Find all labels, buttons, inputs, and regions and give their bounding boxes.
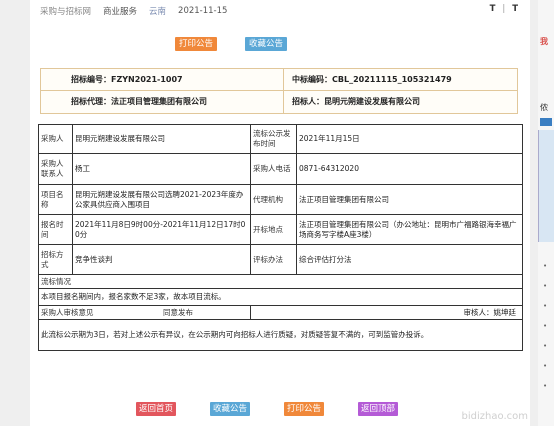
eval-value: 综合评估打分法 [296,244,523,275]
bid-number: 招标编号：FZYN2021-1007 [41,69,284,90]
failed-date-label: 流标公示发布时间 [250,124,297,154]
breadcrumb-section[interactable]: 商业服务 [103,5,137,17]
bid-place-value: 法正项目管理集团有限公司（办公地址：昆明市广福路银海幸福广场商务写字楼A座3楼） [296,214,523,245]
side-bullet-icon: • [543,302,548,310]
breadcrumb-region[interactable]: 云南 [149,5,166,17]
tenderee: 招标人：昆明元朔建设发展有限公司 [292,97,420,106]
signup-label: 报名时间 [38,214,73,245]
side-bullet-icon: • [543,382,548,390]
review-value: 同意发布 [163,307,193,317]
phone-label: 采购人电话 [250,153,297,185]
purchaser-value: 昆明元朔建设发展有限公司 [72,124,251,154]
review-row: 采购人审核意见 同意发布 [38,305,251,320]
side-bullet-icon: • [543,362,548,370]
print-notice-button[interactable]: 打印公告 [175,37,218,51]
collect-notice-bottom-button[interactable]: 收藏公告 [210,402,251,416]
project-label: 项目名称 [38,184,73,215]
failure-text: 本项目报名期间内，报名家数不足3家，故本项目流标。 [38,288,523,306]
print-notice-bottom-button[interactable]: 打印公告 [284,402,325,416]
agency-label: 代理机构 [250,184,297,215]
side-bullet-icon: • [543,282,548,290]
table-row: 项目名称 昆明元朔建设发展有限公司选聘2021-2023年度办公家具供应商入围项… [38,184,523,215]
bid-place-label: 开标地点 [250,214,297,245]
side-text-1: 我 [540,37,548,46]
side-ad-card[interactable] [538,130,554,242]
bid-agent: 招标代理：法正项目管理集团有限公司 [41,91,284,113]
bid-info-box: 招标编号：FZYN2021-1007 中标编码：CBL_20211115_105… [40,68,518,114]
table-row: 报名时间 2021年11月8日9时00分-2021年11月12日17时00分 开… [38,214,523,245]
signup-value: 2021年11月8日9时00分-2021年11月12日17时00分 [72,214,251,245]
reviewer: 审核人：姚坤廷 [463,307,517,317]
side-ad-icon[interactable] [540,118,552,126]
collect-notice-button[interactable]: 收藏公告 [245,37,288,51]
purchaser-label: 采购人 [38,124,73,154]
table-row: 流标情况 [38,274,523,289]
method-label: 招标方式 [38,244,73,275]
back-home-button[interactable]: 返回首页 [136,402,177,416]
back-to-top-button[interactable]: 返回顶部 [358,402,399,416]
project-value: 昆明元朔建设发展有限公司选聘2021-2023年度办公家具供应商入围项目 [72,184,251,215]
watermark: bidizhao.com [461,411,528,422]
table-row: 本项目报名期间内，报名家数不足3家，故本项目流标。 [38,288,523,306]
side-bullet-icon: • [543,322,548,330]
side-bullet-icon: • [543,342,548,350]
publish-date: 2021-11-15 [178,6,228,16]
contact-value: 杨工 [72,153,251,185]
breadcrumb-site[interactable]: 采购与招标网 [40,5,91,17]
eval-label: 评标办法 [250,244,297,275]
text-size-small-button[interactable]: T [512,4,518,14]
table-row: 采购人审核意见 同意发布 审核人：姚坤廷 [38,305,523,320]
notice-text: 此流标公示期为3日，若对上述公示有异议，在公示期内可向招标人进行质疑，对质疑答复… [38,319,523,351]
table-row: 采购人 昆明元朔建设发展有限公司 流标公示发布时间 2021年11月15日 [38,124,523,154]
side-ad-strip: 我 侬 • • • • • • • [538,0,554,426]
bottom-actions: 返回首页 收藏公告 打印公告 返回顶部 [136,402,399,416]
side-text-2: 侬 [540,103,548,112]
text-size-controls: T | T [489,4,518,14]
contact-label: 采购人联系人 [38,153,73,185]
agency-value: 法正项目管理集团有限公司 [296,184,523,215]
notice-detail-table: 采购人 昆明元朔建设发展有限公司 流标公示发布时间 2021年11月15日 采购… [38,124,523,351]
table-row: 招标方式 竞争性谈判 评标办法 综合评估打分法 [38,244,523,275]
award-number: 中标编码：CBL_20211115_105321479 [292,75,452,84]
table-row: 此流标公示期为3日，若对上述公示有异议，在公示期内可向招标人进行质疑，对质疑答复… [38,319,523,351]
side-bullet-icon: • [543,262,548,270]
text-size-large-button[interactable]: T [490,4,496,14]
phone-value: 0871-64312020 [296,153,523,185]
notice-page: 采购与招标网 商业服务 云南 2021-11-15 T | T 打印公告 收藏公… [30,0,530,426]
failed-date-value: 2021年11月15日 [296,124,523,154]
method-value: 竞争性谈判 [72,244,251,275]
review-label: 采购人审核意见 [41,307,94,317]
table-row: 采购人联系人 杨工 采购人电话 0871-64312020 [38,153,523,185]
failure-title: 流标情况 [38,274,523,289]
top-actions: 打印公告 收藏公告 [175,37,288,51]
breadcrumb: 采购与招标网 商业服务 云南 2021-11-15 T | T [40,4,520,18]
